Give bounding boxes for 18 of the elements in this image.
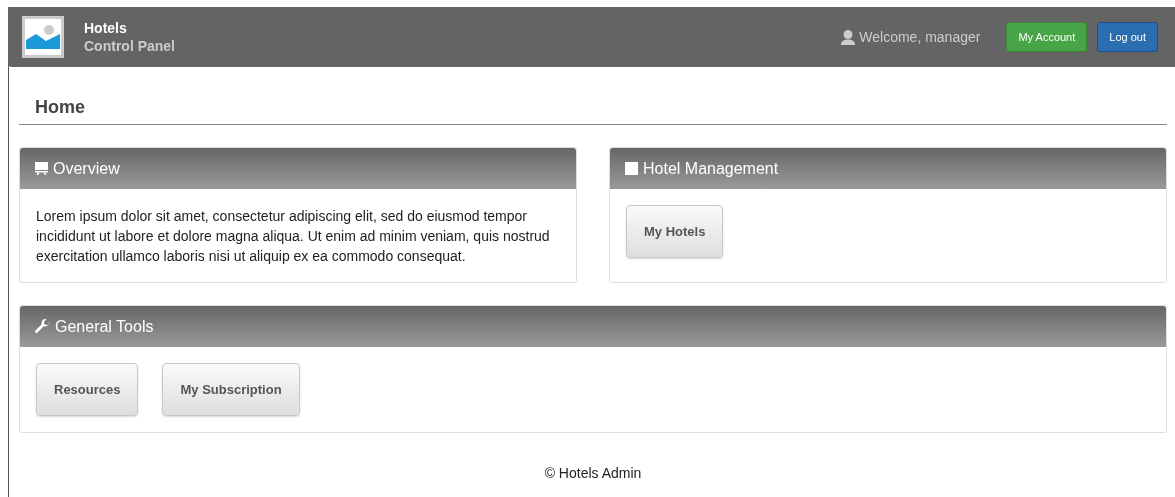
tool-button[interactable]: My Subscription: [162, 363, 300, 416]
user-icon: [841, 29, 856, 45]
wrench-icon: [35, 319, 50, 334]
logo-icon: [22, 16, 64, 58]
overview-text: Lorem ipsum dolor sit amet, consectetur adipiscing elit, sed do eiusmod tempor incididunt ut labore et dolore magna aliqua. Ut enim ad minim veniam, quis nostrud exercitation ullamco laboris nisi ut aliquip ex ea commodo consequat.: [36, 207, 551, 266]
app-subtitle: Control Panel: [84, 37, 176, 55]
app-title: Hotels: [84, 19, 128, 37]
footer-text: © Hotels Admin: [543, 465, 643, 481]
log-out-button[interactable]: Log out: [1097, 22, 1158, 52]
tool-button[interactable]: Resources: [36, 363, 139, 416]
panel-title: Hotel Management: [643, 159, 779, 178]
welcome-text: Welcome, manager: [859, 29, 981, 45]
square-icon: [625, 162, 638, 175]
page-title: Home: [19, 97, 1167, 125]
tool-button[interactable]: My Hotels: [626, 205, 724, 258]
panel-title: General Tools: [55, 317, 154, 336]
panel-title: Overview: [53, 159, 120, 178]
presentation-icon: [35, 162, 48, 175]
